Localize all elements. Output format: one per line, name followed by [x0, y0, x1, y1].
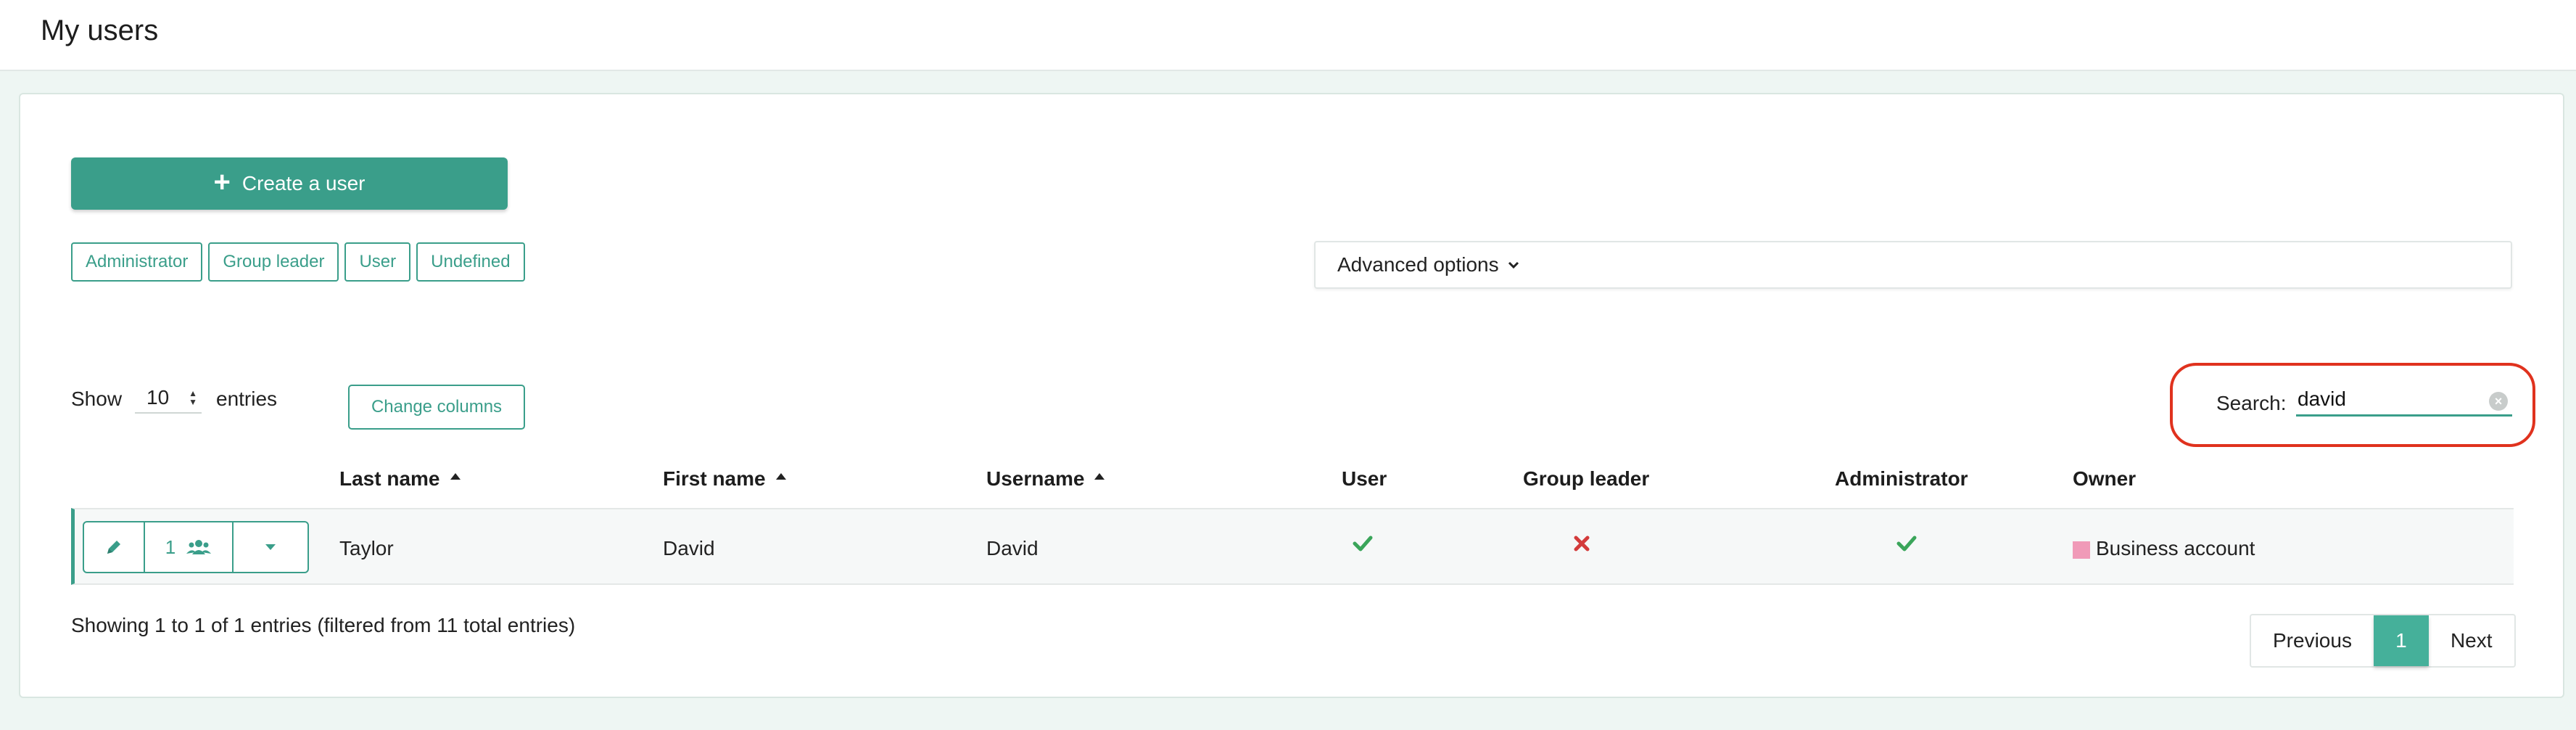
entries-label: entries: [216, 387, 278, 410]
create-user-label: Create a user: [242, 172, 366, 194]
change-columns-button[interactable]: Change columns: [348, 385, 525, 430]
caret-down-icon: [265, 544, 276, 550]
table-info: Showing 1 to 1 of 1 entries (filtered fr…: [71, 614, 576, 636]
cell-owner: Business account: [2073, 537, 2255, 560]
top-bar: My users: [0, 0, 2576, 71]
users-icon: [186, 538, 212, 556]
cell-username: David: [986, 537, 1039, 559]
users-card: + Create a user Administrator Group lead…: [19, 93, 2564, 698]
previous-page-button[interactable]: Previous: [2251, 615, 2374, 666]
check-icon: [1896, 533, 1917, 554]
next-page-button[interactable]: Next: [2429, 615, 2514, 666]
plus-icon: +: [213, 166, 231, 198]
cell-last-name: Taylor: [339, 537, 394, 559]
role-filter-group: Administrator Group leader User Undefine…: [71, 242, 525, 282]
sort-ascending-icon: [450, 472, 461, 480]
sort-ascending-icon: [1094, 472, 1105, 480]
show-label: Show: [71, 387, 123, 410]
pencil-icon: [104, 538, 123, 557]
entries-length-value: 10: [146, 386, 170, 409]
column-header-group-leader[interactable]: Group leader: [1523, 467, 1649, 491]
edit-user-button[interactable]: [84, 522, 144, 572]
clear-search-icon[interactable]: ×: [2489, 392, 2508, 411]
owner-name: Business account: [2096, 537, 2255, 559]
sort-ascending-icon: [775, 472, 786, 480]
spinner-icon: ▲ ▼: [189, 388, 197, 407]
entries-length-select[interactable]: 10 ▲ ▼: [135, 383, 202, 414]
owner-color-swatch: [2073, 541, 2090, 559]
filter-group-leader[interactable]: Group leader: [208, 242, 339, 282]
column-header-owner[interactable]: Owner: [2073, 467, 2136, 491]
search-input[interactable]: [2296, 383, 2512, 417]
column-header-administrator[interactable]: Administrator: [1835, 467, 1968, 491]
group-count: 1: [165, 536, 176, 558]
column-header-last-name[interactable]: Last name: [339, 467, 461, 491]
chevron-down-icon: [1508, 261, 1519, 269]
filter-administrator[interactable]: Administrator: [71, 242, 203, 282]
filter-user[interactable]: User: [344, 242, 411, 282]
cell-first-name: David: [663, 537, 715, 559]
row-action-group: 1: [83, 521, 309, 573]
column-header-user[interactable]: User: [1342, 467, 1387, 491]
row-dropdown-button[interactable]: [232, 522, 307, 572]
create-user-button[interactable]: + Create a user: [71, 157, 508, 210]
pagination: Previous 1 Next: [2250, 614, 2516, 668]
column-header-first-name[interactable]: First name: [663, 467, 786, 491]
filter-undefined[interactable]: Undefined: [416, 242, 525, 282]
advanced-options-label: Advanced options: [1337, 253, 1499, 276]
advanced-options-toggle[interactable]: Advanced options: [1314, 241, 2512, 289]
user-groups-button[interactable]: 1: [144, 522, 232, 572]
page-1-button[interactable]: 1: [2373, 615, 2429, 666]
check-icon: [1352, 533, 1374, 554]
cross-icon: [1572, 534, 1591, 553]
page-title: My users: [41, 15, 159, 46]
search-label: Search:: [2216, 392, 2287, 414]
column-header-username[interactable]: Username: [986, 467, 1105, 491]
